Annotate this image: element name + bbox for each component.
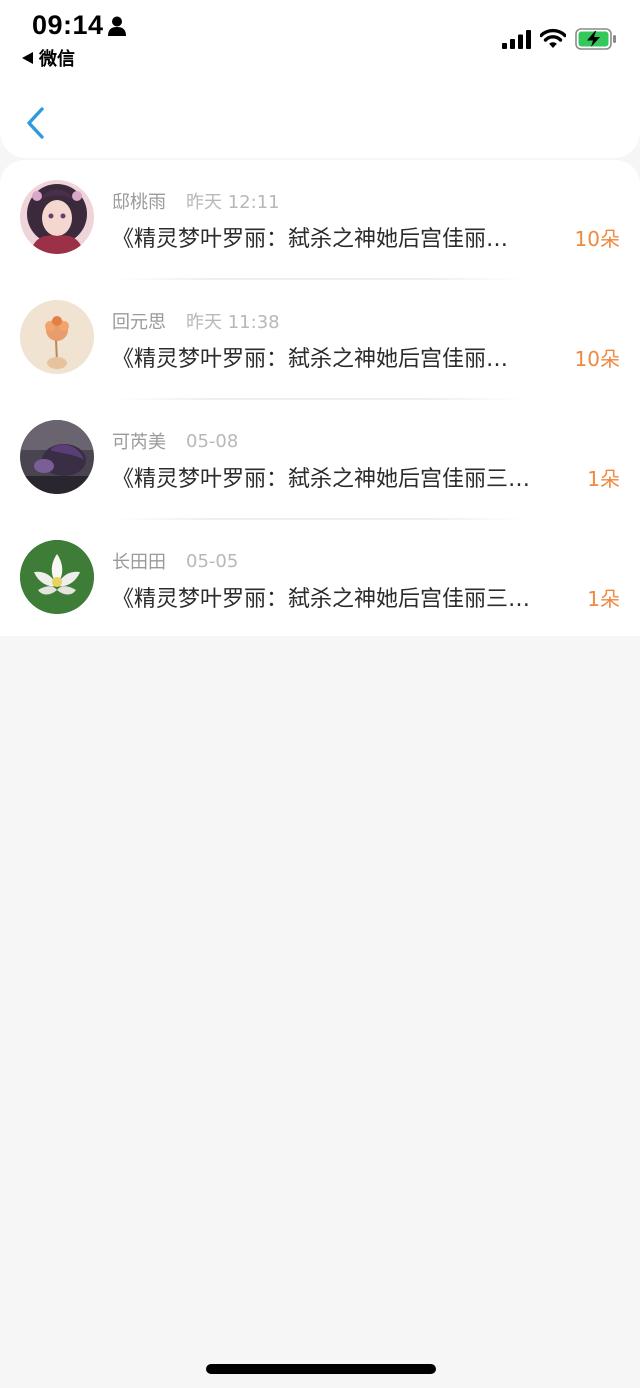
- screen: 09:14 微信 邸桃雨 昨天 12:11 《精灵梦叶罗丽：弑杀之神她后宫佳丽……: [0, 0, 640, 1388]
- list-item[interactable]: 长田田 05-05 《精灵梦叶罗丽：弑杀之神她后宫佳丽三… 1朵: [0, 520, 640, 640]
- user-name: 回元思: [112, 312, 166, 333]
- item-title: 《精灵梦叶罗丽：弑杀之神她后宫佳丽三…: [112, 467, 531, 491]
- wifi-icon: [540, 28, 566, 48]
- user-name: 可芮美: [112, 432, 166, 453]
- avatar[interactable]: [20, 540, 94, 614]
- flower-count: 10朵: [574, 227, 620, 251]
- person-icon: [108, 16, 126, 36]
- white-lotus-avatar: [20, 540, 94, 614]
- item-time: 昨天 12:11: [186, 192, 280, 213]
- list-item[interactable]: 回元思 昨天 11:38 《精灵梦叶罗丽：弑杀之神她后宫佳丽… 10朵: [0, 280, 640, 400]
- list-item[interactable]: 邸桃雨 昨天 12:11 《精灵梦叶罗丽：弑杀之神她后宫佳丽… 10朵: [0, 160, 640, 280]
- avatar[interactable]: [20, 180, 94, 254]
- back-to-app-button[interactable]: 微信: [22, 46, 75, 70]
- gift-list: 邸桃雨 昨天 12:11 《精灵梦叶罗丽：弑杀之神她后宫佳丽… 10朵 回元思 …: [0, 160, 640, 636]
- status-time: 09:14: [32, 10, 104, 40]
- item-time: 05-08: [186, 430, 239, 452]
- flower-count: 1朵: [587, 587, 620, 611]
- item-title: 《精灵梦叶罗丽：弑杀之神她后宫佳丽三…: [112, 587, 531, 611]
- back-triangle-icon: [22, 52, 33, 64]
- item-meta: 邸桃雨 昨天 12:11: [112, 189, 280, 213]
- back-app-label: 微信: [39, 49, 75, 70]
- signal-icon: [502, 30, 531, 49]
- avatar[interactable]: [20, 300, 94, 374]
- item-meta: 可芮美 05-08: [112, 429, 239, 454]
- header: 09:14 微信: [0, 0, 640, 158]
- list-item[interactable]: 可芮美 05-08 《精灵梦叶罗丽：弑杀之神她后宫佳丽三… 1朵: [0, 400, 640, 520]
- item-title: 《精灵梦叶罗丽：弑杀之神她后宫佳丽…: [112, 347, 509, 371]
- item-meta: 长田田 05-05: [112, 549, 239, 574]
- item-time: 昨天 11:38: [186, 312, 280, 333]
- anime-girl-avatar: [20, 180, 94, 254]
- orange-flower-avatar: [20, 300, 94, 374]
- battery-charging-icon: [575, 28, 616, 50]
- home-indicator[interactable]: [206, 1364, 436, 1374]
- avatar[interactable]: [20, 420, 94, 494]
- flower-count: 10朵: [574, 347, 620, 371]
- user-name: 邸桃雨: [112, 192, 166, 213]
- item-title: 《精灵梦叶罗丽：弑杀之神她后宫佳丽…: [112, 227, 509, 251]
- chevron-left-icon[interactable]: [24, 106, 46, 140]
- flower-count: 1朵: [587, 467, 620, 491]
- item-time: 05-05: [186, 550, 239, 572]
- user-name: 长田田: [112, 552, 166, 573]
- dark-figure-avatar: [20, 420, 94, 494]
- item-meta: 回元思 昨天 11:38: [112, 309, 280, 333]
